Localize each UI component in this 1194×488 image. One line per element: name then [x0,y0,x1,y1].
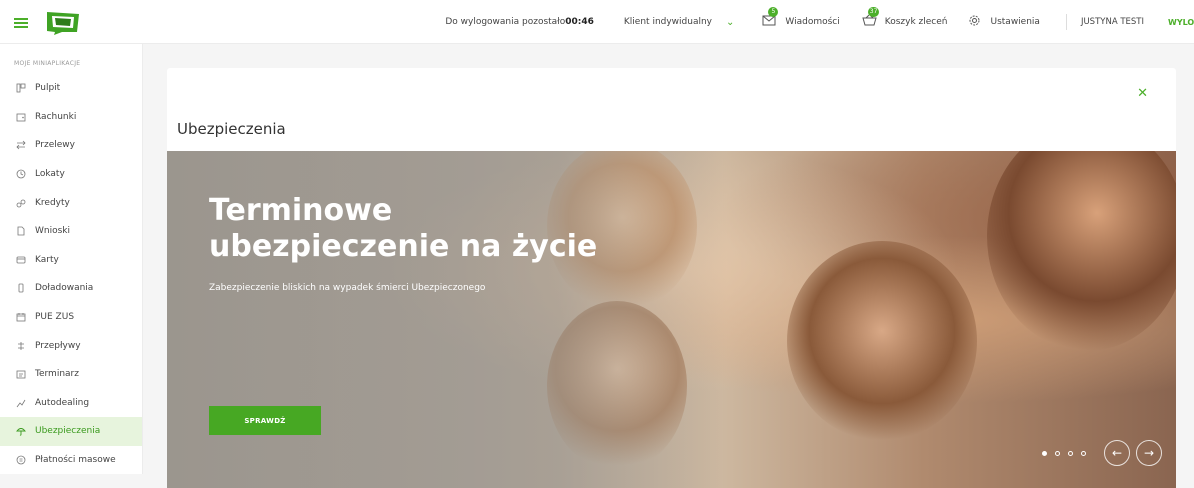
cart-label: Koszyk zleceń [884,17,948,27]
arrow-right-icon[interactable]: → [1136,440,1162,466]
clock-icon [16,169,26,179]
sidebar-title: MOJE MINIAPLIKACJE [14,60,81,67]
sidebar-item-label: Doładowania [35,283,94,294]
close-icon[interactable]: ✕ [1137,86,1148,101]
settings-label: Ustawienia [990,17,1040,27]
hero-photo-boy [787,241,977,441]
sidebar-item-kredyty[interactable]: Kredyty [0,188,142,217]
logout-button[interactable]: WYLOG [1168,18,1194,27]
sidebar-item-pue-zus[interactable]: PUE ZUS [0,303,142,332]
top-bar: Do wylogowania pozostało 00:46 Klient in… [0,0,1194,44]
sidebar-item-label: Płatności masowe [35,455,116,466]
flow-icon [16,341,26,351]
sidebar-item-label: Karty [35,254,59,265]
hero-subtitle: Zabezpieczenie bliskich na wypadek śmier… [209,283,486,293]
messages-badge: 5 [768,7,779,17]
sidebar-item-rachunki[interactable]: Rachunki [0,103,142,132]
sidebar-item-pulpit[interactable]: Pulpit [0,74,142,103]
bulk-payment-icon [16,455,26,465]
calendar-icon [16,312,26,322]
sidebar-item-label: Terminarz [35,369,79,380]
client-type-label: Klient indywidualny [623,17,713,27]
sidebar-item-doladowania[interactable]: Doładowania [0,274,142,303]
chart-icon [16,398,26,408]
cart-button[interactable]: 37 Koszyk zleceń [862,7,948,30]
user-name[interactable]: JUSTYNA TESTI [1081,17,1144,27]
document-icon [16,226,26,236]
sidebar-item-wnioski[interactable]: Wnioski [0,217,142,246]
carousel-dot[interactable] [1081,451,1086,456]
messages-label: Wiadomości [785,17,840,27]
chevron-down-icon[interactable]: ⌄ [726,17,734,28]
sidebar-item-platnosci-masowe[interactable]: Płatności masowe [0,446,142,475]
sidebar-item-label: Przelewy [35,140,75,151]
card-icon [16,255,26,265]
envelope-icon: 5 [762,7,779,30]
arrow-left-icon[interactable]: ← [1104,440,1130,466]
sidebar-item-label: Ubezpieczenia [35,426,101,437]
settings-button[interactable]: Ustawienia [968,14,1040,30]
sidebar-item-label: PUE ZUS [35,312,75,323]
logout-timer-label: Do wylogowania pozostało [445,17,566,27]
phone-icon [16,283,26,293]
messages-button[interactable]: 5 Wiadomości [762,7,840,30]
carousel-dot[interactable] [1055,451,1060,456]
sidebar-item-przelewy[interactable]: Przelewy [0,131,142,160]
carousel-dot[interactable] [1068,451,1073,456]
carousel-dot[interactable] [1042,451,1047,456]
cart-badge: 37 [867,7,880,17]
sidebar-item-autodealing[interactable]: Autodealing [0,389,142,418]
sidebar-item-ubezpieczenia[interactable]: Ubezpieczenia [0,417,142,446]
sidebar: MOJE MINIAPLIKACJE Pulpit Rachunki Przelew… [0,44,143,474]
coins-icon [16,198,26,208]
dashboard-icon [16,83,26,93]
basket-icon: 37 [862,7,880,30]
hero-title: Terminowe ubezpieczenie na życie [209,193,598,264]
sidebar-item-terminarz[interactable]: Terminarz [0,360,142,389]
hero-photo-man [987,151,1176,351]
menu-icon[interactable] [14,18,28,28]
gear-icon [968,14,984,30]
umbrella-icon [16,426,26,437]
bank-logo[interactable] [44,10,82,36]
sidebar-item-label: Pulpit [35,83,61,94]
wallet-icon [16,112,26,122]
sidebar-item-przeplywy[interactable]: Przepływy [0,331,142,360]
logout-timer: Do wylogowania pozostało 00:46 [445,17,594,27]
planner-icon [16,369,26,379]
sidebar-item-label: Wnioski [35,226,71,237]
sidebar-item-label: Przepływy [35,340,81,351]
transfer-icon [16,140,26,150]
logout-timer-value: 00:46 [565,17,594,27]
content-card: Ubezpieczenia ✕ Terminowe ubezpieczenie … [167,68,1176,488]
sidebar-item-label: Lokaty [35,169,65,180]
sidebar-item-label: Kredyty [35,197,70,208]
client-type-select[interactable]: Klient indywidualny [624,17,712,27]
sidebar-item-label: Autodealing [35,397,90,408]
sidebar-item-label: Rachunki [35,111,77,122]
check-button[interactable]: SPRAWDŹ [209,406,321,435]
hero-banner: Terminowe ubezpieczenie na życie Zabezpi… [167,151,1176,488]
page-title: Ubezpieczenia [177,120,286,138]
carousel-dots [1042,451,1086,456]
header-divider [1065,14,1067,30]
sidebar-item-lokaty[interactable]: Lokaty [0,160,142,189]
sidebar-item-karty[interactable]: Karty [0,246,142,275]
